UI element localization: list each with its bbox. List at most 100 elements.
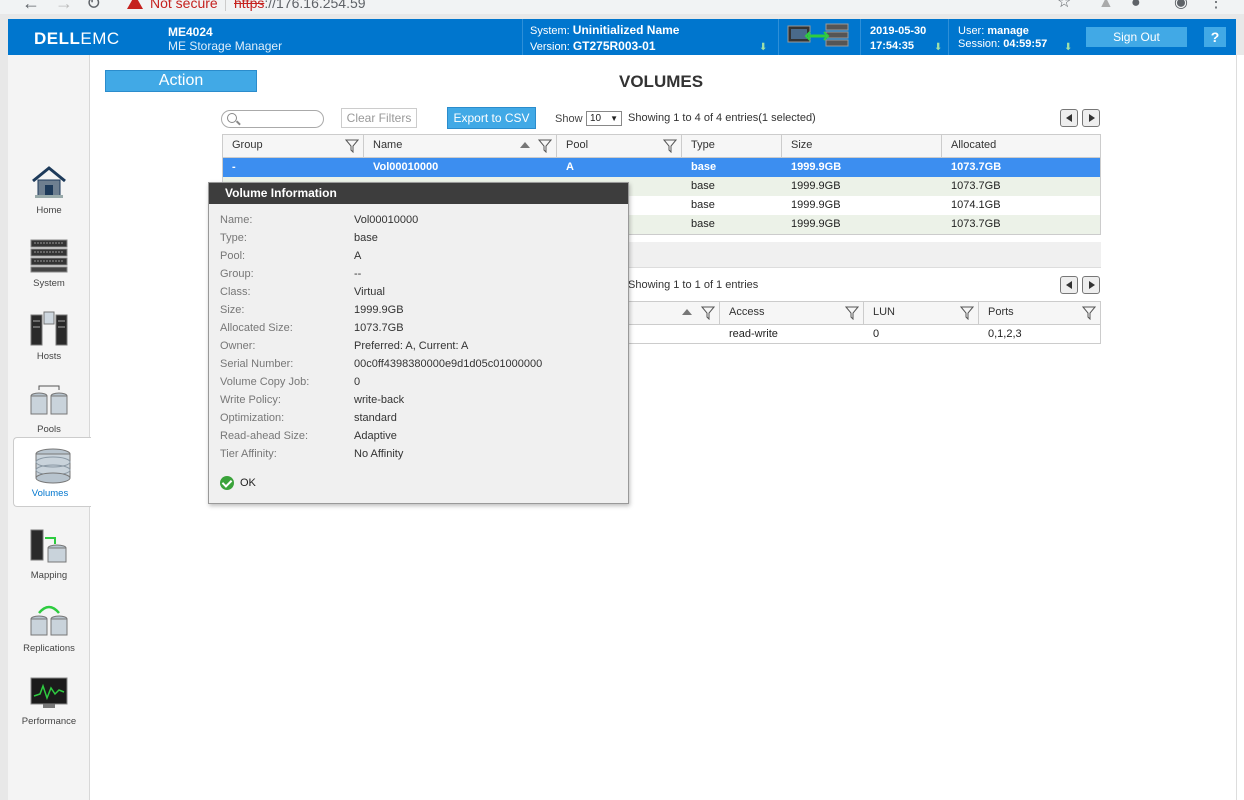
- col-header-type[interactable]: Type: [682, 135, 782, 158]
- col-header-pool[interactable]: Pool: [557, 135, 682, 158]
- sidebar-item-label: Home: [36, 205, 62, 216]
- col-header-name[interactable]: Name: [364, 135, 557, 158]
- hosts-icon: [30, 311, 68, 346]
- filter-icon[interactable]: [538, 139, 552, 153]
- search-input[interactable]: [221, 110, 324, 128]
- url-host: ://176.16.254.59: [264, 0, 366, 11]
- menu-icon[interactable]: ⋮: [1208, 0, 1224, 13]
- col-header-size[interactable]: Size: [782, 135, 942, 158]
- col-header-group[interactable]: Group: [223, 135, 364, 158]
- volumes-icon: [35, 448, 71, 484]
- dropdown-arrow-icon: ▼: [610, 114, 618, 123]
- sidebar-item-label: Hosts: [36, 351, 62, 362]
- bookmark-star-icon[interactable]: ☆: [1057, 0, 1071, 13]
- col-header-lun[interactable]: LUN: [864, 302, 979, 325]
- cell-lun: 0: [873, 328, 880, 340]
- replications-icon: [30, 605, 68, 636]
- cell-group: -: [232, 161, 236, 173]
- extension-icon[interactable]: ▲: [1098, 0, 1114, 13]
- info-row-allocated-size: Allocated Size: 1073.7GB: [220, 322, 404, 334]
- entries-info: Showing 1 to 4 of 4 entries(1 selected): [628, 112, 816, 124]
- datetime-expand-icon[interactable]: ⬇: [934, 43, 942, 53]
- page-right-edge: [1236, 55, 1244, 800]
- performance-icon: [30, 677, 68, 708]
- profile-icon[interactable]: ◉: [1174, 0, 1188, 13]
- cell-type: base: [691, 180, 715, 192]
- sidebar-item-pools[interactable]: Pools: [13, 374, 85, 444]
- filter-icon[interactable]: [663, 139, 677, 153]
- hardware-status-icon[interactable]: [786, 22, 850, 52]
- info-row-owner: Owner: Preferred: A, Current: A: [220, 340, 469, 352]
- version-label: Version:: [530, 41, 570, 53]
- sidebar-item-volumes[interactable]: Volumes: [13, 437, 91, 507]
- cell-allocated: 1074.1GB: [951, 199, 1001, 211]
- volume-info-popup: Volume Information Name: Vol00010000 Type…: [208, 182, 629, 504]
- table-row[interactable]: read-write 0 0,1,2,3: [591, 325, 1100, 344]
- col-header-allocated[interactable]: Allocated: [942, 135, 1100, 158]
- next-page-icon[interactable]: [1082, 276, 1100, 294]
- info-row-volume-copy-job: Volume Copy Job: 0: [220, 376, 361, 388]
- header-divider: [778, 19, 779, 55]
- header-divider: [948, 19, 949, 55]
- next-page-icon[interactable]: [1082, 109, 1100, 127]
- sidebar-item-mapping[interactable]: Mapping: [13, 520, 85, 590]
- home-icon: [32, 166, 66, 198]
- info-row-write-policy: Write Policy: write-back: [220, 394, 405, 406]
- sign-out-button[interactable]: Sign Out: [1086, 27, 1187, 47]
- sidebar-item-replications[interactable]: Replications: [13, 593, 85, 663]
- product-subtitle: ME Storage Manager: [168, 39, 283, 53]
- cell-pool: A: [566, 161, 574, 173]
- cell-type: base: [691, 218, 715, 230]
- url-protocol: https: [234, 0, 265, 11]
- system-info[interactable]: System: Uninitialized Name Version: GT27…: [530, 23, 679, 55]
- forward-icon[interactable]: →: [55, 0, 73, 13]
- col-header-access[interactable]: Access: [720, 302, 864, 325]
- header-divider: [860, 19, 861, 55]
- prev-page-icon[interactable]: [1060, 109, 1078, 127]
- search-icon: [227, 113, 237, 123]
- sidebar-item-system[interactable]: System: [13, 228, 85, 298]
- filter-icon[interactable]: [701, 306, 715, 320]
- sidebar-item-label: Replications: [23, 643, 75, 654]
- table-row[interactable]: - Vol00010000 A base 1999.9GB 1073.7GB: [223, 158, 1100, 177]
- export-csv-button[interactable]: Export to CSV: [447, 107, 536, 129]
- user-expand-icon[interactable]: ⬇: [1064, 43, 1072, 53]
- action-button[interactable]: Action: [105, 70, 257, 92]
- user-label: User:: [958, 25, 985, 37]
- sidebar-item-label: Pools: [37, 424, 61, 435]
- filter-icon[interactable]: [960, 306, 974, 320]
- user-info[interactable]: User: manage Session: 04:59:57: [958, 25, 1047, 51]
- filter-icon[interactable]: [845, 306, 859, 320]
- cell-access: read-write: [729, 328, 778, 340]
- system-icon: [30, 239, 68, 273]
- popup-title: Volume Information: [209, 183, 628, 204]
- sidebar-item-hosts[interactable]: Hosts: [13, 301, 85, 371]
- system-expand-icon[interactable]: ⬇: [759, 43, 767, 53]
- cell-ports: 0,1,2,3: [988, 328, 1022, 340]
- info-row-read-ahead-size: Read-ahead Size: Adaptive: [220, 430, 397, 442]
- info-row-size: Size: 1999.9GB: [220, 304, 404, 316]
- col-header-ports[interactable]: Ports: [979, 302, 1100, 325]
- sort-asc-icon[interactable]: [520, 142, 530, 148]
- sidebar-item-home[interactable]: Home: [13, 155, 85, 225]
- cell-size: 1999.9GB: [791, 161, 842, 173]
- cell-allocated: 1073.7GB: [951, 161, 1002, 173]
- filter-icon[interactable]: [1082, 306, 1096, 320]
- system-name: Uninitialized Name: [572, 23, 680, 37]
- sort-asc-icon[interactable]: [682, 309, 692, 315]
- page-size-select[interactable]: 10 ▼: [586, 111, 622, 126]
- address-bar[interactable]: https://176.16.254.59: [234, 0, 366, 13]
- filter-icon[interactable]: [345, 139, 359, 153]
- help-button[interactable]: ?: [1204, 27, 1226, 47]
- date-time[interactable]: 2019-05-30 17:54:35: [870, 24, 926, 54]
- info-row-class: Class: Virtual: [220, 286, 385, 298]
- volumes-pager: [1060, 109, 1102, 127]
- reload-icon[interactable]: ↻: [86, 0, 101, 13]
- clear-filters-button[interactable]: Clear Filters: [341, 108, 417, 128]
- sidebar-item-performance[interactable]: Performance: [13, 666, 85, 736]
- extension2-icon[interactable]: ●: [1131, 0, 1141, 13]
- back-icon[interactable]: ←: [22, 0, 40, 13]
- prev-page-icon[interactable]: [1060, 276, 1078, 294]
- user-value: manage: [987, 25, 1029, 37]
- ok-label: OK: [240, 477, 256, 489]
